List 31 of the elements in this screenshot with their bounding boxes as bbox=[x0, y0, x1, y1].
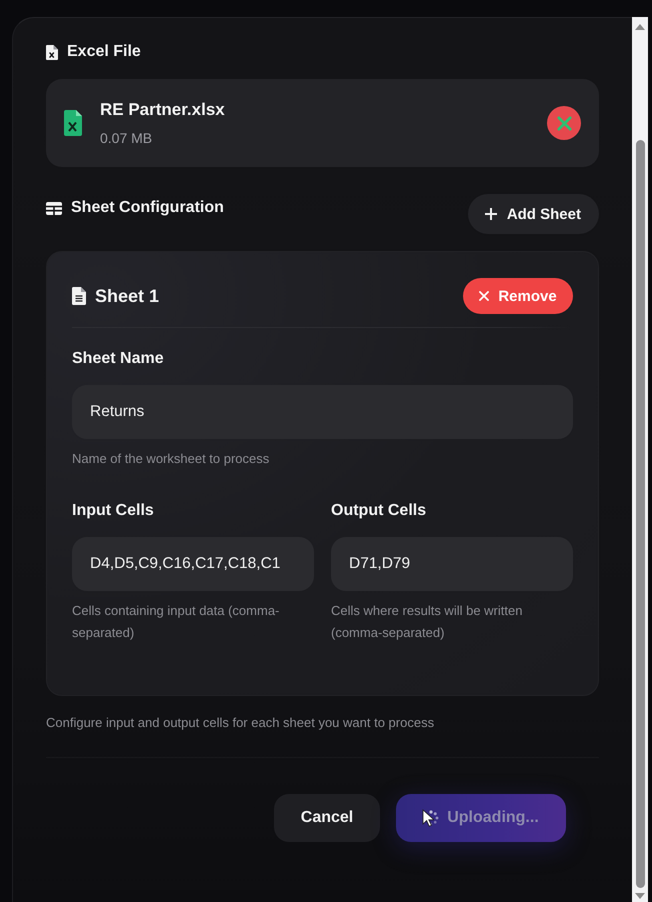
text-input[interactable]: D71,D79 bbox=[331, 537, 573, 591]
help-text: Configure input and output cells for each sheet you want to process bbox=[46, 715, 436, 731]
scrollbar-thumb[interactable] bbox=[636, 140, 644, 888]
text-input[interactable]: Returns bbox=[72, 385, 573, 439]
help-text: Cells where results will be written (comma-separated) bbox=[331, 602, 524, 642]
scroll-up-icon[interactable] bbox=[635, 24, 645, 30]
section-heading: Excel File bbox=[67, 42, 141, 62]
sheet-title: Sheet 1 bbox=[95, 285, 160, 307]
scroll-down-icon[interactable] bbox=[635, 893, 645, 899]
spreadsheet-file-icon bbox=[64, 110, 82, 136]
add-sheet-button[interactable]: Add Sheet bbox=[468, 194, 599, 234]
file-size: 0.07 MB bbox=[100, 128, 154, 146]
remove-sheet-button[interactable]: Remove bbox=[463, 278, 573, 314]
spreadsheet-file-icon bbox=[46, 44, 58, 60]
field-label: Input Cells bbox=[72, 501, 155, 521]
field-label: Sheet Name bbox=[72, 349, 165, 369]
section-heading: Sheet Configuration bbox=[71, 198, 224, 218]
remove-file-button[interactable] bbox=[547, 106, 581, 140]
mouse-pointer-icon bbox=[422, 809, 434, 827]
field-label: Output Cells bbox=[331, 501, 428, 521]
help-text: Name of the worksheet to process bbox=[72, 450, 270, 468]
plus-icon bbox=[484, 208, 497, 220]
file-name: RE Partner.xlsx bbox=[100, 100, 226, 120]
help-text: Cells containing input data (comma-separated) bbox=[72, 602, 280, 642]
cancel-button[interactable]: Cancel bbox=[274, 794, 380, 842]
scrollbar[interactable] bbox=[632, 17, 648, 902]
close-icon bbox=[479, 291, 490, 301]
text-input[interactable]: D4,D5,C9,C16,C17,C18,C1 bbox=[72, 537, 314, 591]
table-icon bbox=[46, 202, 62, 214]
close-icon bbox=[556, 116, 572, 130]
document-icon bbox=[72, 287, 86, 305]
